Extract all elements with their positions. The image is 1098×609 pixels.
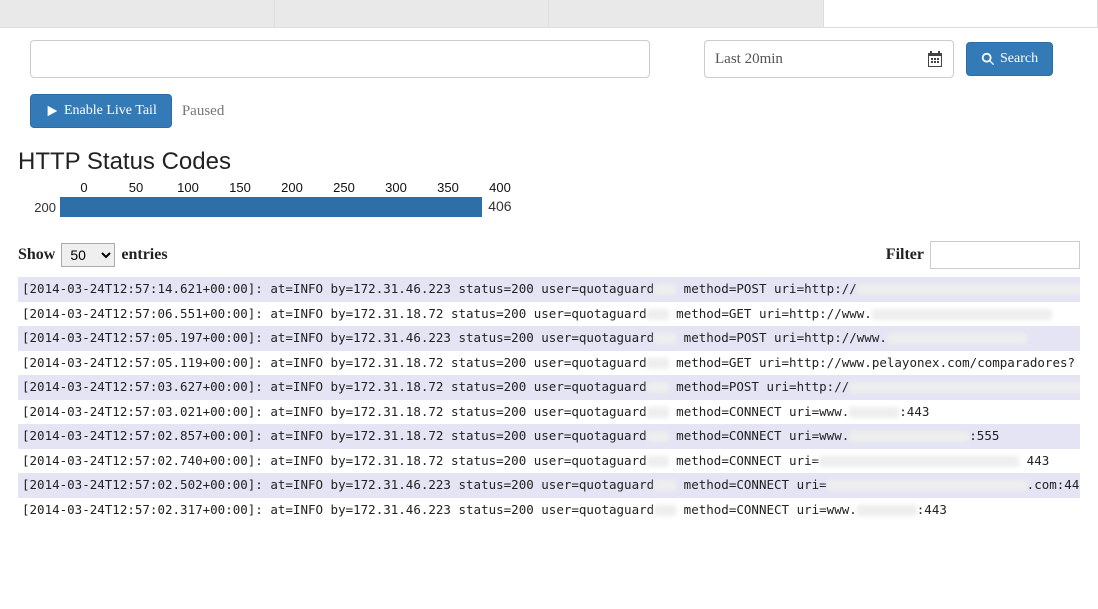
chart-bar [60, 197, 482, 217]
chart-y-label: 200 [28, 200, 60, 215]
redacted-segment [647, 309, 669, 320]
query-input[interactable] [30, 40, 650, 78]
search-button-label: Search [1000, 51, 1038, 67]
tab[interactable] [275, 0, 550, 27]
filter-label: Filter [886, 246, 924, 264]
log-row[interactable]: [2014-03-24T12:57:02.317+00:00]: at=INFO… [18, 498, 1080, 523]
time-range-label: Last 20min [715, 51, 783, 68]
redacted-segment [654, 505, 676, 516]
live-tail-status: Paused [182, 103, 225, 120]
log-row[interactable]: [2014-03-24T12:57:03.021+00:00]: at=INFO… [18, 400, 1080, 425]
chart-value-label: 406 [488, 198, 511, 214]
redacted-segment [849, 382, 1080, 393]
live-tail-label: Enable Live Tail [64, 103, 157, 119]
redacted-segment [654, 333, 676, 344]
redacted-segment [647, 407, 669, 418]
redacted-segment [647, 382, 669, 393]
redacted-segment [819, 456, 1019, 467]
chart-row: 200 406 [28, 197, 1098, 217]
log-table: [2014-03-24T12:57:14.621+00:00]: at=INFO… [18, 277, 1080, 522]
table-controls: Show 102550100 entries Filter [0, 231, 1098, 277]
redacted-segment [647, 456, 669, 467]
redacted-segment [872, 309, 1052, 320]
redacted-segment [849, 431, 969, 442]
filter-box: Filter [886, 241, 1080, 269]
tab[interactable] [549, 0, 824, 27]
entries-select[interactable]: 102550100 [61, 243, 115, 267]
search-icon [981, 52, 995, 66]
tabs-bar [0, 0, 1098, 28]
chart-x-axis: 050100150200250300350400 [58, 180, 1098, 195]
section-title: HTTP Status Codes [0, 134, 1098, 180]
tab[interactable] [0, 0, 275, 27]
show-entries: Show 102550100 entries [18, 243, 168, 267]
log-row[interactable]: [2014-03-24T12:57:02.857+00:00]: at=INFO… [18, 424, 1080, 449]
log-row[interactable]: [2014-03-24T12:57:14.621+00:00]: at=INFO… [18, 277, 1080, 302]
live-tail-row: Enable Live Tail Paused [0, 86, 1098, 134]
redacted-segment [857, 284, 1080, 295]
search-button[interactable]: Search [966, 42, 1053, 76]
redacted-segment [654, 480, 676, 491]
log-row[interactable]: [2014-03-24T12:57:05.197+00:00]: at=INFO… [18, 326, 1080, 351]
log-row[interactable]: [2014-03-24T12:57:02.502+00:00]: at=INFO… [18, 473, 1080, 498]
log-row[interactable]: [2014-03-24T12:57:02.740+00:00]: at=INFO… [18, 449, 1080, 474]
redacted-segment [647, 431, 669, 442]
redacted-segment [887, 333, 1027, 344]
redacted-segment [857, 505, 917, 516]
tab-active[interactable] [824, 0, 1098, 27]
filter-input[interactable] [930, 241, 1080, 269]
redacted-segment [827, 480, 1027, 491]
entries-label: entries [121, 246, 167, 264]
redacted-segment [654, 284, 676, 295]
redacted-segment [647, 358, 669, 369]
calendar-icon [927, 51, 943, 67]
search-bar-row: Last 20min Search [0, 28, 1098, 86]
status-code-chart: 050100150200250300350400 200 406 [0, 180, 1098, 231]
play-icon [45, 104, 59, 118]
enable-live-tail-button[interactable]: Enable Live Tail [30, 94, 172, 128]
log-row[interactable]: [2014-03-24T12:57:05.119+00:00]: at=INFO… [18, 351, 1080, 376]
time-range-picker[interactable]: Last 20min [704, 40, 954, 78]
redacted-segment [849, 407, 899, 418]
log-row[interactable]: [2014-03-24T12:57:03.627+00:00]: at=INFO… [18, 375, 1080, 400]
show-label: Show [18, 246, 55, 264]
log-row[interactable]: [2014-03-24T12:57:06.551+00:00]: at=INFO… [18, 302, 1080, 327]
